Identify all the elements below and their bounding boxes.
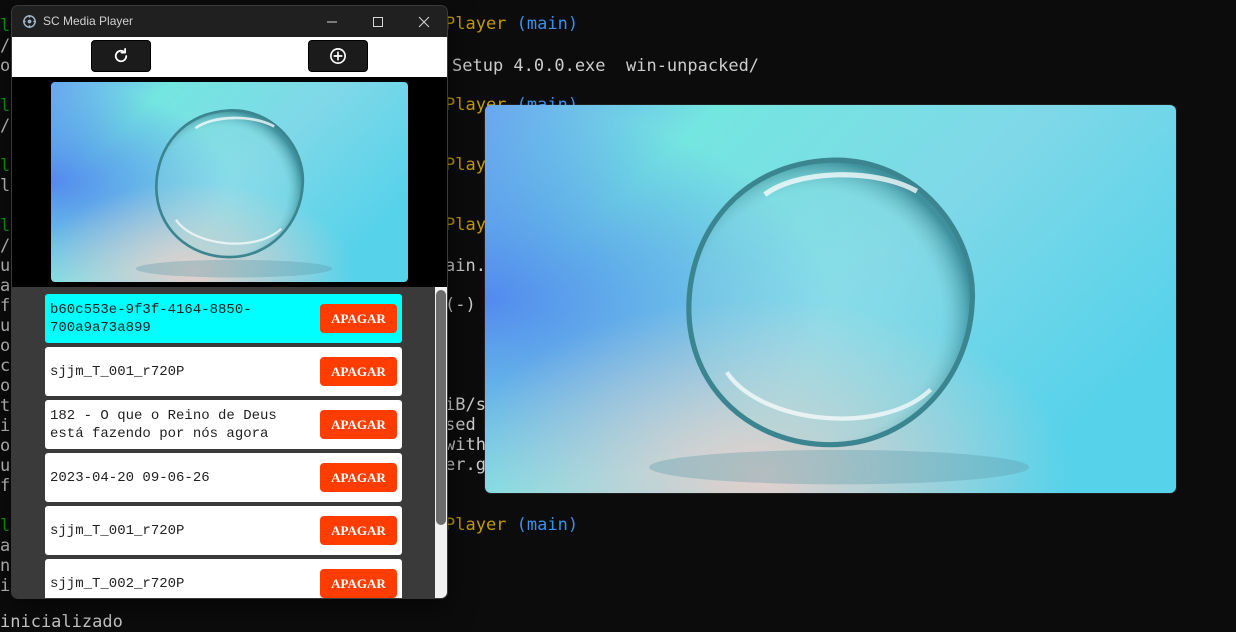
list-item[interactable]: sjjm_T_002_r720P APAGAR (45, 559, 402, 598)
list-item-title: 182 - O que o Reino de Deus está fazendo… (50, 407, 277, 442)
maximize-icon (373, 16, 383, 27)
terminal-prompt-line: Player (main) (445, 515, 578, 535)
delete-button[interactable]: APAGAR (320, 463, 397, 492)
terminal-output: with (445, 435, 486, 455)
toolbar (12, 37, 447, 77)
minimize-button[interactable] (309, 6, 355, 37)
prompt-branch: (main) (516, 14, 579, 34)
list-item-title: sjjm_T_001_r720P (50, 363, 185, 380)
prompt-app-name: Player (445, 515, 507, 535)
add-circle-icon (330, 48, 346, 64)
video-player[interactable] (12, 77, 447, 287)
prompt-app-name: Player (445, 14, 507, 34)
delete-button[interactable]: APAGAR (320, 304, 397, 333)
water-drop-wallpaper (485, 105, 1176, 493)
delete-button[interactable]: APAGAR (320, 357, 397, 386)
close-button[interactable] (401, 6, 447, 37)
window-title: SC Media Player (43, 14, 134, 28)
maximize-button[interactable] (355, 6, 401, 37)
list-item[interactable]: 2023-04-20 09-06-26 APAGAR (45, 453, 402, 502)
delete-button[interactable]: APAGAR (320, 569, 397, 598)
app-icon (22, 14, 37, 29)
terminal-output: iB/s (445, 395, 486, 415)
terminal-output: (-) (445, 295, 476, 315)
terminal-edge-text: n (0, 556, 11, 576)
title-bar[interactable]: SC Media Player (12, 6, 447, 37)
list-item-title: sjjm_T_001_r720P (50, 522, 185, 539)
delete-button[interactable]: APAGAR (320, 516, 397, 545)
close-icon (418, 16, 430, 27)
video-thumbnail[interactable] (51, 82, 408, 282)
refresh-icon (114, 47, 128, 63)
scrollbar-thumb[interactable] (436, 290, 446, 525)
list-item[interactable]: sjjm_T_001_r720P APAGAR (45, 506, 402, 555)
add-button[interactable] (308, 40, 368, 72)
terminal-file-list: Setup 4.0.0.exe win-unpacked/ (452, 56, 760, 76)
list-item[interactable]: sjjm_T_001_r720P APAGAR (45, 347, 402, 396)
list-item[interactable]: 182 - O que o Reino de Deus está fazendo… (45, 400, 402, 449)
list-item-title: b60c553e-9f3f-4164-8850-700a9a73a899 (50, 301, 252, 336)
list-item-title: 2023-04-20 09-06-26 (50, 469, 210, 486)
water-drop-thumbnail (51, 82, 408, 282)
prompt-branch: (main) (516, 515, 579, 535)
minimize-icon (327, 21, 337, 22)
video-preview-window[interactable] (485, 105, 1176, 493)
delete-button[interactable]: APAGAR (320, 410, 397, 439)
terminal-prompt-line: Player (main) (445, 14, 578, 34)
list-item-title: sjjm_T_002_r720P (50, 575, 185, 592)
app-window: SC Media Player b60c553e-9f3f-4164-8850-… (11, 5, 448, 599)
terminal-bottom-text: inicializado (0, 612, 123, 632)
list-item[interactable]: b60c553e-9f3f-4164-8850-700a9a73a899 APA… (45, 294, 402, 343)
terminal-edge-text: l (0, 176, 11, 196)
refresh-button[interactable] (91, 40, 151, 72)
media-list[interactable]: b60c553e-9f3f-4164-8850-700a9a73a899 APA… (12, 287, 447, 598)
